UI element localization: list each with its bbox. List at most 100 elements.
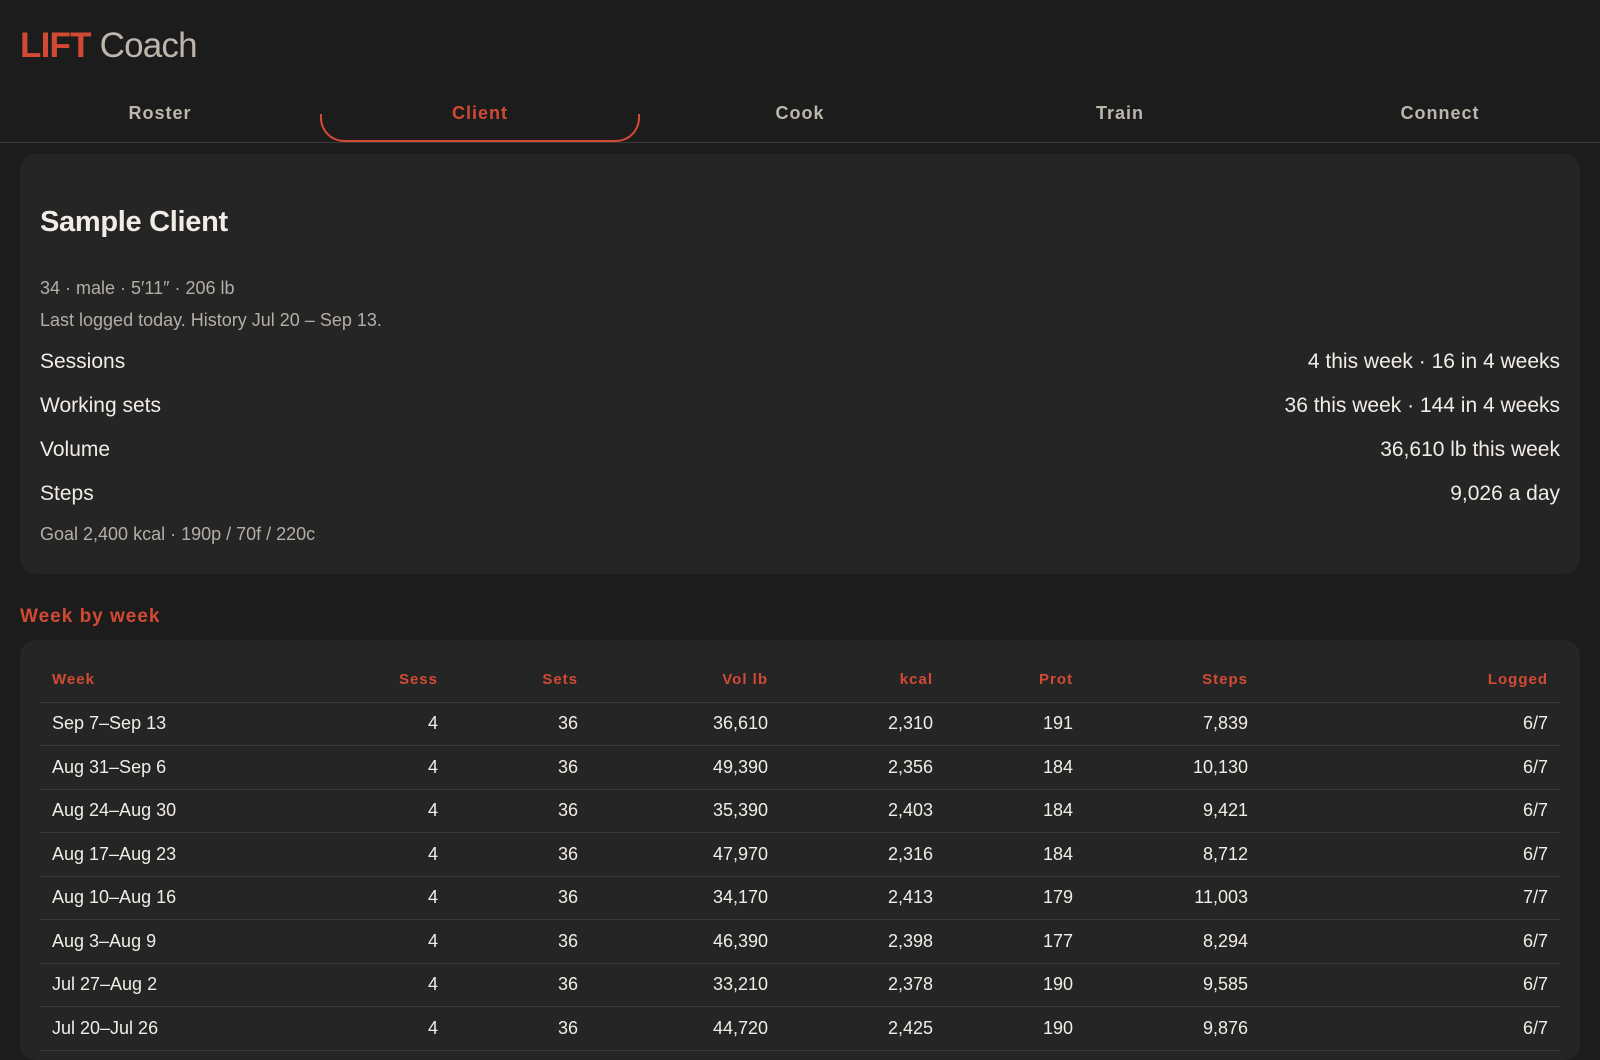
table-row: Jul 20–Jul 26 4 36 44,720 2,425 190 9,876 6/7: [40, 1006, 1560, 1051]
tab-train[interactable]: Train: [960, 86, 1280, 142]
app-logo: LIFT Coach: [20, 26, 1580, 66]
stat-value: 9,026 a day: [1450, 482, 1560, 505]
client-name: Sample Client: [40, 206, 228, 238]
stat-row-sessions: Sessions 4 this week · 16 in 4 weeks: [40, 350, 1560, 374]
weekly-table-card: Week Sess Sets Vol lb kcal Prot Steps Lo…: [20, 640, 1580, 1060]
cell-week: Jul 20–Jul 26: [40, 1006, 310, 1051]
cell-logged: 6/7: [1260, 832, 1560, 877]
cell-kcal: 2,403: [780, 789, 945, 833]
cell-sets: 36: [450, 1006, 590, 1051]
cell-logged: 6/7: [1260, 919, 1560, 964]
cell-volume: 35,390: [590, 789, 780, 833]
cell-volume: 34,170: [590, 876, 780, 920]
cell-sessions: 4: [310, 789, 450, 833]
table-row: Aug 17–Aug 23 4 36 47,970 2,316 184 8,712 6/7: [40, 832, 1560, 877]
cell-steps: 8,294: [1085, 919, 1260, 964]
stat-label: Steps: [40, 482, 94, 505]
cell-volume: 44,720: [590, 1006, 780, 1051]
cell-volume: 47,970: [590, 832, 780, 877]
cell-sets: 36: [450, 745, 590, 790]
tab-cook[interactable]: Cook: [640, 86, 960, 142]
cell-sessions: 4: [310, 876, 450, 920]
cell-week: Jul 27–Aug 2: [40, 963, 310, 1007]
cell-kcal: 2,310: [780, 702, 945, 746]
column-header-week: Week: [40, 658, 310, 703]
cell-sets: 36: [450, 963, 590, 1007]
stat-label: Working sets: [40, 394, 161, 417]
cell-sets: 36: [450, 702, 590, 746]
weekly-table-body: Sep 7–Sep 13 4 36 36,610 2,310 191 7,839 6/7 Aug…: [40, 702, 1560, 1051]
cell-week: Sep 7–Sep 13: [40, 702, 310, 746]
stat-value: 4 this week · 16 in 4 weeks: [1307, 350, 1560, 373]
cell-sessions: 4: [310, 1006, 450, 1051]
cell-sets: 36: [450, 876, 590, 920]
tab-roster[interactable]: Roster: [0, 86, 320, 142]
cell-protein: 184: [945, 745, 1085, 790]
table-row: Jul 27–Aug 2 4 36 33,210 2,378 190 9,585 6/7: [40, 963, 1560, 1007]
stat-label: Volume: [40, 438, 111, 461]
app-header: LIFT Coach: [0, 0, 1600, 86]
client-profile-card: Sample Client 34 · male · 5′11″ · 206 lb…: [20, 154, 1580, 574]
cell-kcal: 2,316: [780, 832, 945, 877]
column-header-vol: Vol lb: [590, 658, 780, 703]
client-goal: Goal 2,400 kcal · 190p / 70f / 220c: [40, 524, 316, 544]
cell-volume: 49,390: [590, 745, 780, 790]
cell-logged: 6/7: [1260, 789, 1560, 833]
cell-week: Aug 10–Aug 16: [40, 876, 310, 920]
cell-protein: 184: [945, 832, 1085, 877]
stat-row-steps: Steps 9,026 a day: [40, 482, 1560, 506]
cell-sessions: 4: [310, 919, 450, 964]
cell-sets: 36: [450, 832, 590, 877]
column-header-sets: Sets: [450, 658, 590, 703]
table-row: Aug 10–Aug 16 4 36 34,170 2,413 179 11,003 7/7: [40, 876, 1560, 920]
stat-label: Sessions: [40, 350, 126, 373]
table-row: Aug 3–Aug 9 4 36 46,390 2,398 177 8,294 6/7: [40, 919, 1560, 964]
cell-logged: 6/7: [1260, 963, 1560, 1007]
cell-protein: 179: [945, 876, 1085, 920]
column-header-logged: Logged: [1260, 658, 1560, 703]
client-history: Last logged today. History Jul 20 – Sep …: [40, 310, 382, 330]
logo-brand: LIFT: [20, 26, 91, 65]
cell-steps: 11,003: [1085, 876, 1260, 920]
stat-row-working-sets: Working sets 36 this week · 144 in 4 wee…: [40, 394, 1560, 418]
cell-protein: 184: [945, 789, 1085, 833]
cell-kcal: 2,398: [780, 919, 945, 964]
stat-value: 36 this week · 144 in 4 weeks: [1284, 394, 1560, 417]
table-row: Sep 7–Sep 13 4 36 36,610 2,310 191 7,839 6/7: [40, 702, 1560, 746]
column-header-kcal: kcal: [780, 658, 945, 703]
cell-steps: 8,712: [1085, 832, 1260, 877]
cell-week: Aug 31–Sep 6: [40, 745, 310, 790]
client-demographics: 34 · male · 5′11″ · 206 lb: [40, 278, 235, 298]
table-header-row: Week Sess Sets Vol lb kcal Prot Steps Lo…: [40, 658, 1560, 703]
cell-logged: 7/7: [1260, 876, 1560, 920]
cell-sets: 36: [450, 919, 590, 964]
tab-client[interactable]: Client: [320, 86, 640, 142]
table-row: Aug 24–Aug 30 4 36 35,390 2,403 184 9,421 6/7: [40, 789, 1560, 833]
cell-kcal: 2,425: [780, 1006, 945, 1051]
cell-kcal: 2,356: [780, 745, 945, 790]
cell-kcal: 2,378: [780, 963, 945, 1007]
cell-week: Aug 3–Aug 9: [40, 919, 310, 964]
cell-protein: 177: [945, 919, 1085, 964]
table-row: Aug 31–Sep 6 4 36 49,390 2,356 184 10,130 6/7: [40, 745, 1560, 790]
cell-sets: 36: [450, 789, 590, 833]
cell-volume: 36,610: [590, 702, 780, 746]
cell-protein: 191: [945, 702, 1085, 746]
logo-product: Coach: [99, 26, 198, 65]
cell-logged: 6/7: [1260, 745, 1560, 790]
tab-connect[interactable]: Connect: [1280, 86, 1600, 142]
cell-steps: 9,876: [1085, 1006, 1260, 1051]
weekly-table: Week Sess Sets Vol lb kcal Prot Steps Lo…: [40, 658, 1560, 1051]
week-by-week-title: Week by week: [20, 606, 161, 627]
cell-sessions: 4: [310, 963, 450, 1007]
cell-sessions: 4: [310, 745, 450, 790]
cell-steps: 10,130: [1085, 745, 1260, 790]
cell-steps: 7,839: [1085, 702, 1260, 746]
cell-steps: 9,585: [1085, 963, 1260, 1007]
cell-week: Aug 17–Aug 23: [40, 832, 310, 877]
cell-volume: 46,390: [590, 919, 780, 964]
cell-steps: 9,421: [1085, 789, 1260, 833]
cell-sessions: 4: [310, 832, 450, 877]
column-header-steps: Steps: [1085, 658, 1260, 703]
cell-volume: 33,210: [590, 963, 780, 1007]
